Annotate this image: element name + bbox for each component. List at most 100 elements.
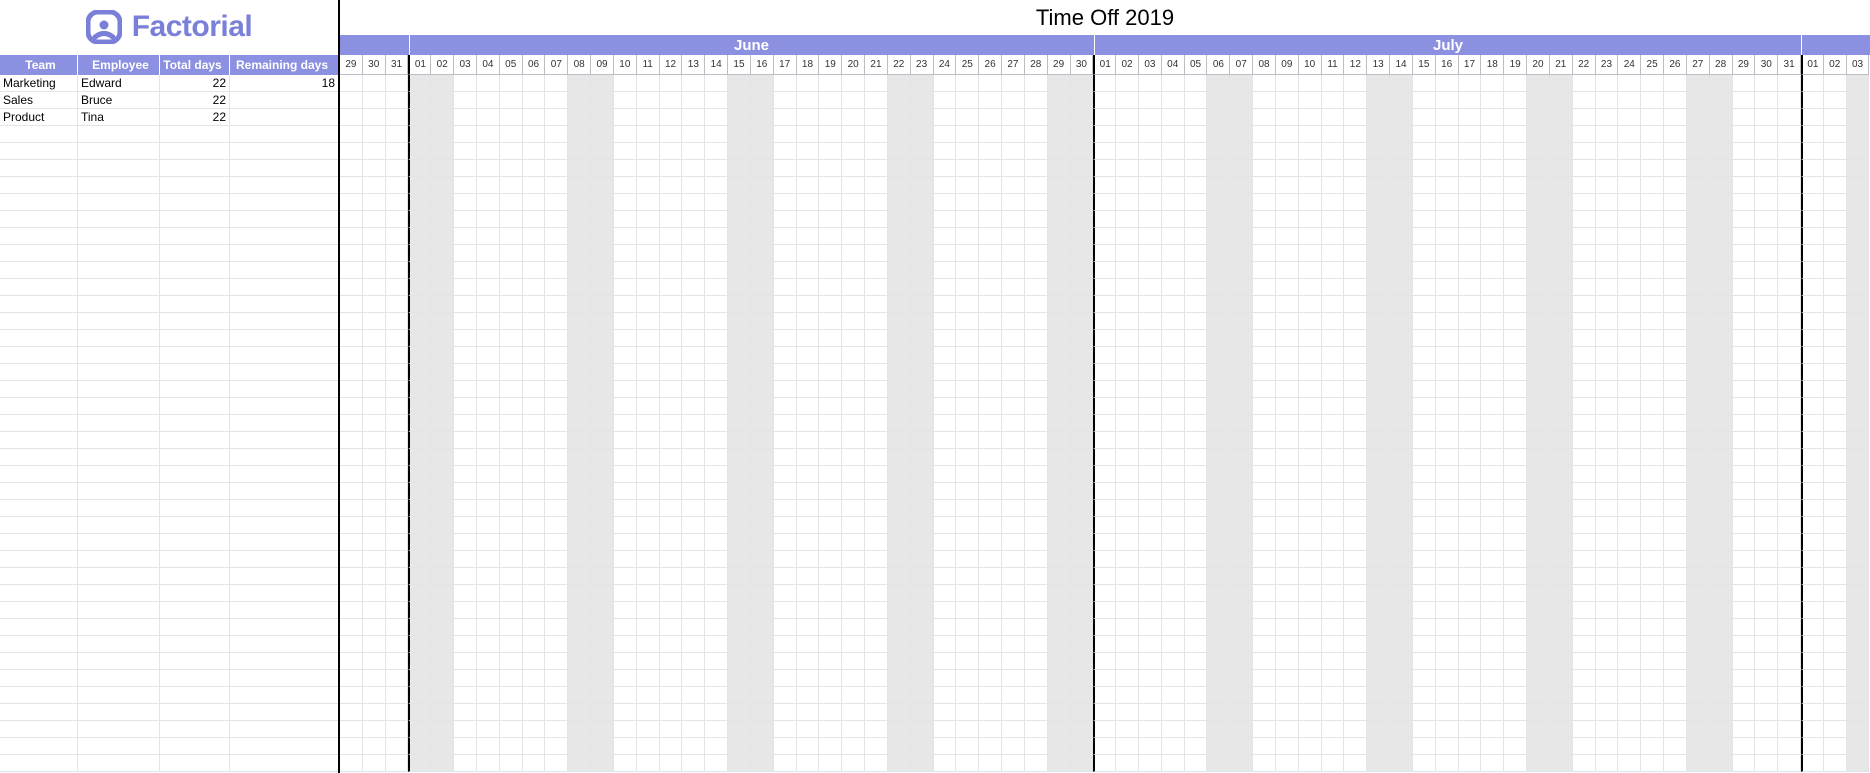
- calendar-cell[interactable]: [1185, 364, 1208, 381]
- calendar-cell[interactable]: [1733, 313, 1756, 330]
- calendar-cell[interactable]: [363, 109, 386, 126]
- calendar-cell[interactable]: [1230, 364, 1253, 381]
- calendar-cell[interactable]: [591, 364, 614, 381]
- calendar-cell[interactable]: [1733, 517, 1756, 534]
- calendar-cell[interactable]: [1185, 755, 1208, 772]
- calendar-cell[interactable]: [1413, 551, 1436, 568]
- calendar-cell[interactable]: [934, 585, 957, 602]
- employee-cell[interactable]: Bruce: [78, 92, 160, 108]
- calendar-cell[interactable]: [568, 381, 591, 398]
- calendar-cell[interactable]: [911, 534, 934, 551]
- calendar-cell[interactable]: [1162, 330, 1185, 347]
- calendar-cell[interactable]: [1618, 143, 1641, 160]
- calendar-cell[interactable]: [979, 670, 1002, 687]
- calendar-cell[interactable]: [1596, 636, 1619, 653]
- calendar-cell[interactable]: [1116, 517, 1139, 534]
- calendar-cell[interactable]: [1185, 262, 1208, 279]
- calendar-cell[interactable]: [1664, 415, 1687, 432]
- calendar-cell[interactable]: [1504, 449, 1527, 466]
- calendar-cell[interactable]: [1641, 500, 1664, 517]
- calendar-cell[interactable]: [1048, 313, 1071, 330]
- calendar-cell[interactable]: [1093, 75, 1116, 92]
- calendar-cell[interactable]: [477, 262, 500, 279]
- calendar-cell[interactable]: [751, 755, 774, 772]
- calendar-cell[interactable]: [1847, 415, 1870, 432]
- calendar-cell[interactable]: [1687, 75, 1710, 92]
- calendar-cell[interactable]: [523, 755, 546, 772]
- calendar-cell[interactable]: [1025, 398, 1048, 415]
- calendar-cell[interactable]: [1116, 415, 1139, 432]
- calendar-cell[interactable]: [979, 177, 1002, 194]
- calendar-cell[interactable]: [545, 483, 568, 500]
- calendar-cell[interactable]: [682, 313, 705, 330]
- calendar-cell[interactable]: [934, 143, 957, 160]
- calendar-cell[interactable]: [1071, 126, 1094, 143]
- calendar-cell[interactable]: [545, 364, 568, 381]
- calendar-cell[interactable]: [660, 347, 683, 364]
- calendar-cell[interactable]: [568, 177, 591, 194]
- calendar-cell[interactable]: [363, 279, 386, 296]
- team-cell[interactable]: [0, 483, 78, 499]
- calendar-cell[interactable]: [911, 432, 934, 449]
- calendar-cell[interactable]: [545, 313, 568, 330]
- calendar-cell[interactable]: [1048, 466, 1071, 483]
- calendar-cell[interactable]: [1436, 262, 1459, 279]
- calendar-cell[interactable]: [363, 653, 386, 670]
- calendar-cell[interactable]: [705, 381, 728, 398]
- calendar-cell[interactable]: [1573, 279, 1596, 296]
- calendar-cell[interactable]: [842, 313, 865, 330]
- calendar-cell[interactable]: [1093, 109, 1116, 126]
- calendar-cell[interactable]: [682, 143, 705, 160]
- calendar-cell[interactable]: [1413, 534, 1436, 551]
- calendar-cell[interactable]: [1618, 398, 1641, 415]
- calendar-cell[interactable]: [1664, 228, 1687, 245]
- calendar-cell[interactable]: [1733, 551, 1756, 568]
- calendar-cell[interactable]: [1413, 245, 1436, 262]
- calendar-cell[interactable]: [751, 517, 774, 534]
- remaining-days-cell[interactable]: [230, 245, 338, 261]
- calendar-cell[interactable]: [1048, 602, 1071, 619]
- calendar-cell[interactable]: [477, 381, 500, 398]
- calendar-cell[interactable]: [1230, 432, 1253, 449]
- calendar-cell[interactable]: [682, 483, 705, 500]
- calendar-cell[interactable]: [1390, 602, 1413, 619]
- calendar-cell[interactable]: [431, 687, 454, 704]
- calendar-cell[interactable]: [568, 279, 591, 296]
- calendar-cell[interactable]: [1322, 551, 1345, 568]
- calendar-cell[interactable]: [477, 211, 500, 228]
- calendar-cell[interactable]: [728, 160, 751, 177]
- calendar-cell[interactable]: [386, 738, 409, 755]
- calendar-cell[interactable]: [1139, 483, 1162, 500]
- calendar-cell[interactable]: [386, 228, 409, 245]
- table-row[interactable]: [0, 466, 338, 483]
- calendar-cell[interactable]: [523, 619, 546, 636]
- calendar-cell[interactable]: [1755, 330, 1778, 347]
- calendar-cell[interactable]: [363, 602, 386, 619]
- calendar-cell[interactable]: [408, 109, 431, 126]
- calendar-cell[interactable]: [1185, 636, 1208, 653]
- calendar-cell[interactable]: [1481, 109, 1504, 126]
- calendar-cell[interactable]: [1162, 534, 1185, 551]
- calendar-cell[interactable]: [1573, 92, 1596, 109]
- calendar-cell[interactable]: [408, 619, 431, 636]
- calendar-cell[interactable]: [363, 687, 386, 704]
- calendar-cell[interactable]: [682, 160, 705, 177]
- calendar-cell[interactable]: [545, 755, 568, 772]
- calendar-cell[interactable]: [1116, 483, 1139, 500]
- calendar-cell[interactable]: [386, 687, 409, 704]
- calendar-cell[interactable]: [1710, 687, 1733, 704]
- calendar-cell[interactable]: [774, 313, 797, 330]
- calendar-cell[interactable]: [545, 92, 568, 109]
- total-days-cell[interactable]: [160, 228, 230, 244]
- calendar-cell[interactable]: [1504, 670, 1527, 687]
- calendar-cell[interactable]: [1687, 568, 1710, 585]
- calendar-cell[interactable]: [1504, 721, 1527, 738]
- calendar-cell[interactable]: [1573, 568, 1596, 585]
- calendar-cell[interactable]: [1504, 602, 1527, 619]
- calendar-cell[interactable]: [705, 143, 728, 160]
- calendar-cell[interactable]: [568, 330, 591, 347]
- total-days-cell[interactable]: [160, 194, 230, 210]
- calendar-cell[interactable]: [1413, 194, 1436, 211]
- calendar-cell[interactable]: [1641, 296, 1664, 313]
- calendar-cell[interactable]: [614, 551, 637, 568]
